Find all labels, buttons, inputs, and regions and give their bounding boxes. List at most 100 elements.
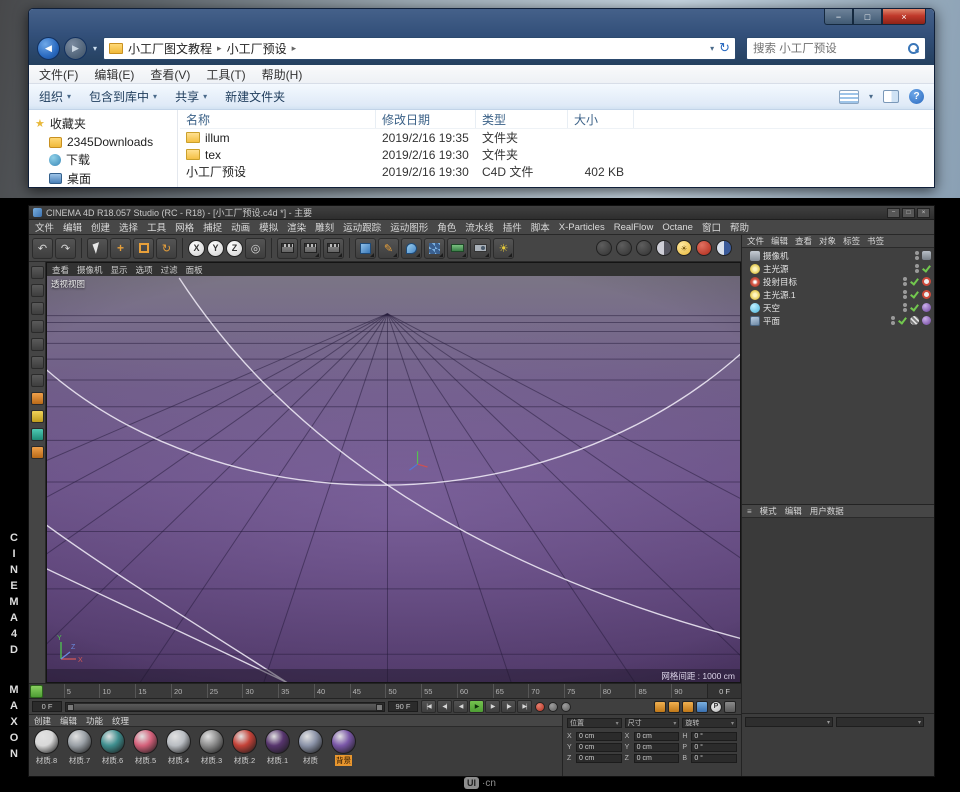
preview-range-slider[interactable] [65, 702, 385, 712]
menu-item[interactable]: 窗口 [702, 220, 721, 234]
size-field[interactable]: 0 cm [634, 743, 680, 752]
menu-item[interactable]: 帮助(H) [262, 66, 303, 83]
range-start-field[interactable]: 0 F [32, 701, 62, 712]
undo-icon[interactable]: ↶ [32, 238, 53, 259]
solo-single-icon[interactable] [616, 240, 632, 256]
record-pla-icon[interactable]: P [710, 701, 722, 713]
live-selection-icon[interactable] [87, 238, 108, 259]
object-row[interactable]: 摄像机 [742, 249, 934, 262]
object-tag-icon[interactable] [898, 316, 907, 325]
record-button[interactable] [535, 702, 545, 712]
record-toggle-icon[interactable] [696, 240, 712, 256]
play-button[interactable]: ▶ [469, 700, 484, 713]
material-preview-sphere[interactable] [232, 729, 257, 754]
material-preview-sphere[interactable] [133, 729, 158, 754]
object-row[interactable]: 主光源 [742, 262, 934, 275]
material-swatch[interactable]: 材质.4 [163, 729, 194, 766]
render-picture-viewer-icon[interactable] [300, 238, 321, 259]
object-manager-menu-item[interactable]: 查看 [795, 235, 812, 247]
menu-item[interactable]: RealFlow [614, 222, 654, 233]
attribute-tab[interactable]: 用户数据 [810, 505, 844, 517]
menu-item[interactable]: 模拟 [259, 220, 278, 234]
lock-workplane-icon[interactable] [31, 410, 44, 423]
object-tag-icon[interactable] [910, 303, 919, 312]
minimize-button[interactable]: − [887, 208, 900, 218]
menu-item[interactable]: 运动跟踪 [343, 220, 381, 234]
breadcrumb-segment[interactable]: 小工厂图文教程 [128, 40, 212, 57]
record-rotation-icon[interactable] [682, 701, 694, 713]
breadcrumb-segment[interactable]: 小工厂预设 [227, 40, 287, 57]
visibility-dots[interactable] [891, 316, 895, 325]
close-button[interactable]: × [882, 9, 926, 25]
subdivision-surface-icon[interactable] [401, 238, 422, 259]
help-icon[interactable]: ? [909, 89, 924, 104]
object-manager-menu-item[interactable]: 文件 [747, 235, 764, 247]
material-preview-sphere[interactable] [331, 729, 356, 754]
menu-item[interactable]: 文件 [35, 220, 54, 234]
object-tag-icon[interactable] [922, 316, 931, 325]
material-preview-sphere[interactable] [34, 729, 59, 754]
solo-hierarchy-icon[interactable] [636, 240, 652, 256]
column-header[interactable]: 修改日期 [376, 110, 476, 128]
object-tag-icon[interactable] [922, 251, 931, 260]
material-swatch[interactable]: 材质.6 [97, 729, 128, 766]
render-settings-icon[interactable] [323, 238, 344, 259]
range-handle-left[interactable] [67, 704, 74, 711]
material-swatch[interactable]: 材质.7 [64, 729, 95, 766]
size-field[interactable]: 0 cm [634, 754, 680, 763]
menu-item[interactable]: 查看(V) [150, 66, 190, 83]
object-tag-icon[interactable] [922, 290, 931, 299]
material-swatch[interactable]: 材质.2 [229, 729, 260, 766]
material-menu-item[interactable]: 功能 [86, 715, 103, 727]
preview-pane-icon[interactable] [883, 90, 899, 103]
snap-icon[interactable] [31, 428, 44, 441]
menu-item[interactable]: 捕捉 [203, 220, 222, 234]
menu-item[interactable]: 动画 [231, 220, 250, 234]
menu-item[interactable]: 雕刻 [315, 220, 334, 234]
material-swatch[interactable]: 材质.8 [31, 729, 62, 766]
render-view-icon[interactable] [277, 238, 298, 259]
viewport-menu-item[interactable]: 查看 [52, 264, 69, 276]
record-scale-icon[interactable] [668, 701, 680, 713]
object-tag-icon[interactable] [922, 277, 931, 286]
menu-item[interactable]: 工具(T) [206, 66, 245, 83]
size-dropdown[interactable]: 尺寸▾ [625, 718, 680, 728]
forward-button[interactable]: ▶ [64, 37, 87, 60]
material-preview-sphere[interactable] [100, 729, 125, 754]
visibility-dots[interactable] [915, 251, 919, 260]
polygons-mode-icon[interactable] [31, 374, 44, 387]
menu-item[interactable]: 帮助 [730, 220, 749, 234]
viewport-menu-item[interactable]: 面板 [186, 264, 203, 276]
object-row[interactable]: 投射目标 [742, 275, 934, 288]
menu-item[interactable]: 编辑(E) [94, 66, 134, 83]
magnet-snap-icon[interactable] [31, 446, 44, 459]
address-dropdown-icon[interactable]: ▾ [710, 44, 714, 53]
goto-start-button[interactable]: |◀ [421, 700, 436, 713]
apply-dropdown[interactable]: ▾ [836, 717, 924, 727]
material-swatch[interactable]: 材质.3 [196, 729, 227, 766]
axis-lock-button[interactable]: Z [226, 240, 243, 257]
next-frame-button[interactable]: ▶ [485, 700, 500, 713]
cube-primitive-icon[interactable] [355, 238, 376, 259]
sidebar-item[interactable]: 桌面 [35, 169, 177, 187]
position-field[interactable]: 0 cm [576, 732, 622, 741]
material-preview-sphere[interactable] [298, 729, 323, 754]
rotation-field[interactable]: 0 ° [691, 732, 737, 741]
scale-tool-icon[interactable] [133, 238, 154, 259]
keyframe-options-icon[interactable] [724, 701, 736, 713]
record-parameter-icon[interactable] [696, 701, 708, 713]
viewport-canvas[interactable]: 透视视图 Y X Z 网格间距 : 1000 cm [47, 276, 740, 682]
c4d-titlebar[interactable]: CINEMA 4D R18.057 Studio (RC - R18) - [小… [29, 206, 934, 220]
rotation-dropdown[interactable]: 旋转▾ [682, 718, 737, 728]
object-tag-icon[interactable] [922, 264, 931, 273]
points-mode-icon[interactable] [31, 338, 44, 351]
material-preview-sphere[interactable] [67, 729, 92, 754]
array-generator-icon[interactable] [424, 238, 445, 259]
object-tag-icon[interactable] [910, 290, 919, 299]
menu-item[interactable]: 流水线 [465, 220, 494, 234]
views-dropdown-icon[interactable]: ▾ [869, 92, 873, 101]
object-tag-icon[interactable] [910, 277, 919, 286]
maximize-button[interactable]: □ [902, 208, 915, 218]
menu-icon[interactable]: ≡ [747, 507, 752, 516]
position-field[interactable]: 0 cm [576, 754, 622, 763]
